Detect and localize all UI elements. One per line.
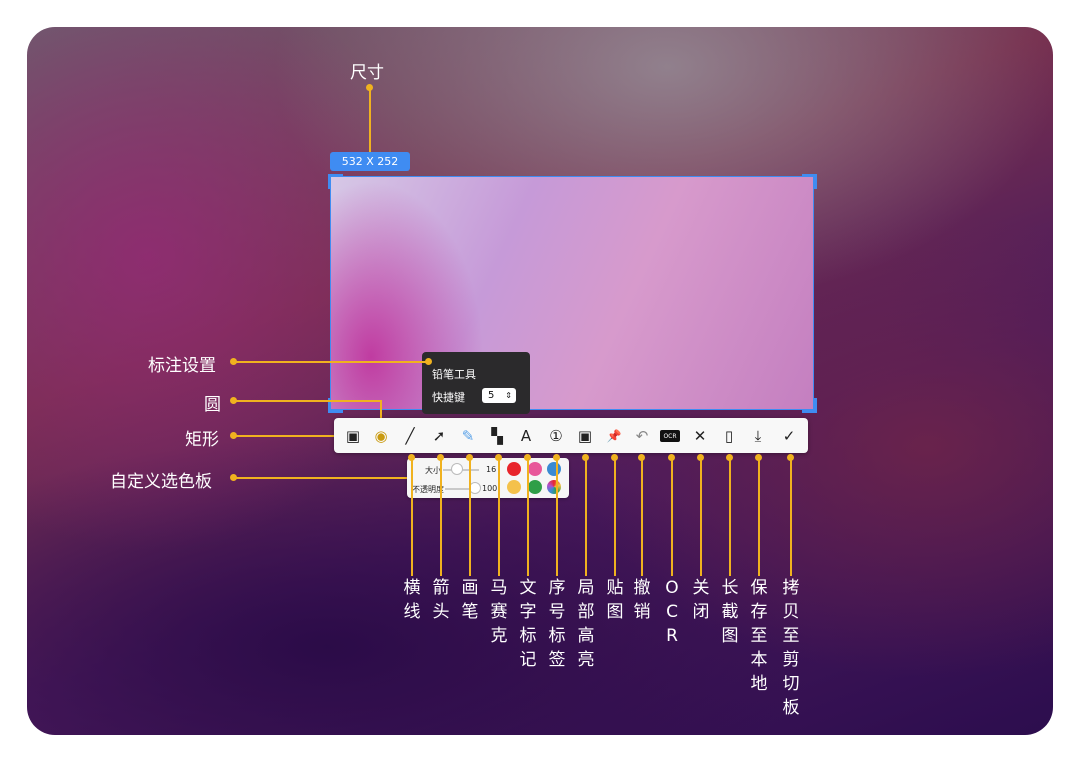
annotation-size: 尺寸 [350,63,384,83]
shortcut-select[interactable]: 5 ⇕ [482,388,516,403]
label-undo: 撤销 [633,578,651,622]
arrow-icon[interactable]: ➚ [428,425,450,447]
text-icon[interactable]: A [515,425,537,447]
annotation-dot [230,474,237,481]
size-value: 16 [486,465,497,474]
popup-title: 铅笔工具 [432,368,476,381]
circle-icon[interactable]: ◉ [370,425,392,447]
annotation-line [671,458,673,576]
annotation-line [469,458,471,576]
resize-handle-top-right[interactable] [802,174,817,189]
undo-icon[interactable]: ↶ [631,425,653,447]
highlight-icon[interactable]: ▣ [574,425,596,447]
annotation-line [790,458,792,576]
annotation-line [411,458,413,576]
label-pin: 贴图 [606,578,624,622]
annotation-line [758,458,760,576]
label-close: 关闭 [692,578,710,622]
label-pencil: 画笔 [461,578,479,622]
annotation-line [585,458,587,576]
mosaic-icon[interactable]: ▚ [486,425,508,447]
label-long-screenshot: 长截图 [721,578,739,646]
pencil-icon[interactable]: ✎ [457,425,479,447]
label-save: 保存至本地 [750,578,768,694]
size-slider-knob[interactable] [451,463,463,475]
annotation-dot [230,432,237,439]
capture-selection[interactable] [330,176,814,410]
color-swatch-green[interactable] [528,480,542,494]
label-ocr: OCR [665,578,679,646]
annotation-line [614,458,616,576]
shortcut-value: 5 [488,390,495,401]
label-text: 文字标记 [519,578,537,670]
download-icon[interactable]: ⤓ [747,425,769,447]
opacity-value: 100 [482,484,498,493]
label-copy: 拷贝至剪切板 [782,578,800,718]
square-icon[interactable]: ▣ [342,425,364,447]
long-screenshot-icon[interactable]: ▯ [718,425,740,447]
annotation-line [440,458,442,576]
close-icon[interactable]: ✕ [689,425,711,447]
color-swatch-yellow[interactable] [507,480,521,494]
label-arrow: 箭头 [432,578,450,622]
annotation-rectangle: 矩形 [185,430,219,450]
stepper-icon: ⇕ [505,391,512,400]
annotation-line [234,361,428,363]
color-swatch-blue[interactable] [547,462,561,476]
annotation-dot [230,358,237,365]
annotation-line [700,458,702,576]
color-swatch-red[interactable] [507,462,521,476]
annotation-line [729,458,731,576]
label-line: 横线 [403,578,421,622]
annotation-dot [425,358,432,365]
pencil-settings-popup: 铅笔工具 快捷键 5 ⇕ [422,352,530,414]
annotation-line [641,458,643,576]
annotation-custom-palette: 自定义选色板 [110,472,212,492]
label-highlight: 局部高亮 [577,578,595,670]
shortcut-label: 快捷键 [432,391,465,404]
label-number: 序号标签 [548,578,566,670]
annotation-line [234,477,410,479]
annotation-circle: 圆 [204,395,221,415]
annotation-line [498,458,500,576]
ocr-icon[interactable]: OCR [660,430,680,442]
color-picker-icon[interactable] [547,480,561,494]
resize-handle-top-left[interactable] [328,174,343,189]
annotation-line [234,400,382,402]
label-mosaic: 马赛克 [490,578,508,646]
annotation-dot [230,397,237,404]
check-icon[interactable]: ✓ [778,425,800,447]
annotation-line [369,88,371,152]
custom-palette: 大小 16 不透明度 100 [407,458,569,498]
annotation-mark-settings: 标注设置 [148,356,216,376]
size-label: 大小 [425,466,441,475]
pin-icon[interactable]: 📌 [603,425,625,447]
annotation-toolbar: ▣ ◉ ╱ ➚ ✎ ▚ A ① ▣ 📌 ↶ OCR ✕ ▯ ⤓ ✓ [334,418,808,453]
number-icon[interactable]: ① [545,425,567,447]
annotation-line [556,458,558,576]
line-icon[interactable]: ╱ [399,425,421,447]
annotation-line [527,458,529,576]
size-badge: 532 X 252 [330,152,410,171]
resize-handle-bottom-right[interactable] [802,398,817,413]
color-swatch-pink[interactable] [528,462,542,476]
